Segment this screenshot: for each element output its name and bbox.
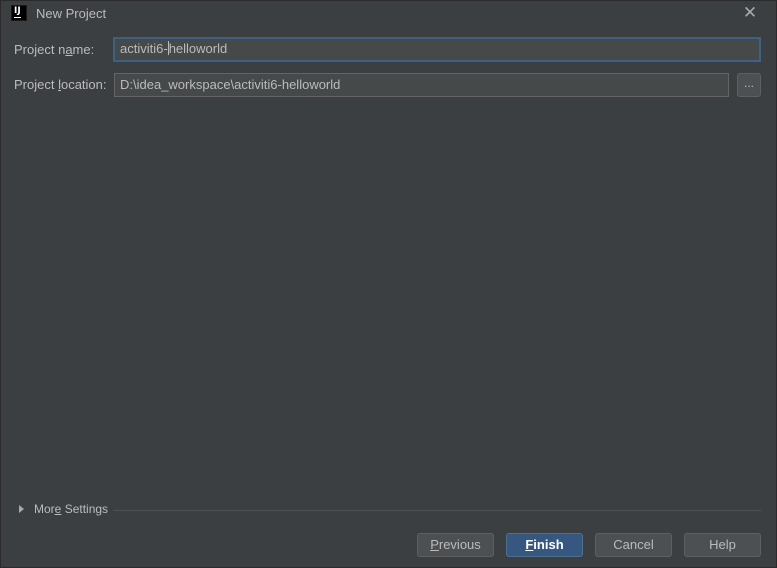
more-settings-label: More Settings — [34, 502, 109, 516]
title-bar: IJ New Project ✕ — [1, 1, 776, 27]
new-project-dialog: IJ New Project ✕ Project name: activiti6… — [0, 0, 777, 568]
help-button[interactable]: Help — [684, 533, 761, 557]
cancel-button[interactable]: Cancel — [595, 533, 672, 557]
project-location-label: Project location: — [14, 77, 107, 92]
project-location-input[interactable]: D:\idea_workspace\activiti6-helloworld — [114, 73, 729, 97]
intellij-idea-icon: IJ — [11, 5, 27, 21]
project-name-label: Project name: — [14, 42, 95, 57]
window-title: New Project — [36, 6, 107, 21]
finish-button[interactable]: Finish — [506, 533, 583, 557]
separator — [113, 510, 761, 511]
previous-button[interactable]: Previous — [417, 533, 494, 557]
triangle-right-icon — [19, 505, 24, 513]
close-icon[interactable]: ✕ — [742, 4, 758, 22]
project-name-input[interactable]: activiti6-helloworld — [113, 37, 761, 62]
browse-button[interactable]: ... — [737, 73, 761, 97]
